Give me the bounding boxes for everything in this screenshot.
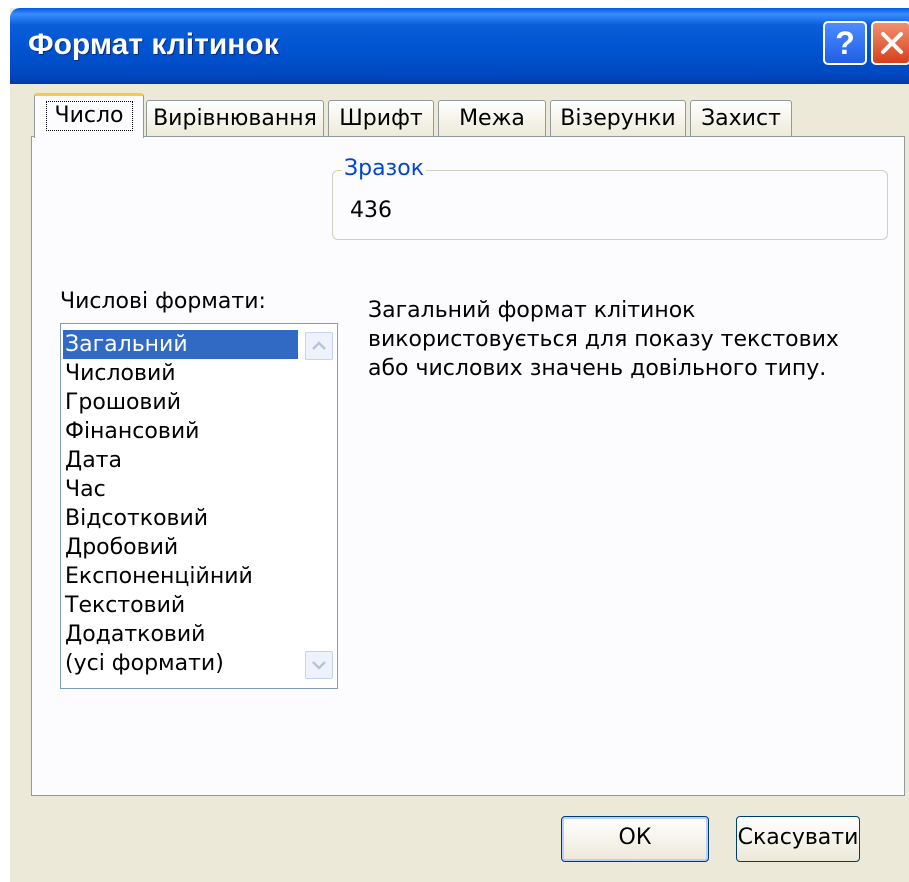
list-item[interactable]: Відсотковий [63, 504, 208, 533]
list-item[interactable]: Числовий [63, 359, 176, 388]
tab-label: Межа [459, 106, 525, 131]
tab-number[interactable]: Число [34, 93, 144, 138]
format-description: Загальний формат клітинок використовуєть… [368, 296, 868, 383]
description-line: Загальний формат клітинок [368, 298, 696, 323]
sample-value: 436 [350, 198, 392, 223]
list-item[interactable]: Фінансовий [63, 417, 199, 446]
tab-label: Візерунки [560, 106, 676, 131]
list-item[interactable]: Дробовий [63, 533, 178, 562]
list-item[interactable]: Експоненційний [63, 562, 253, 591]
list-item[interactable]: Текстовий [63, 591, 185, 620]
ok-button[interactable]: ОК [561, 816, 709, 862]
scroll-up-button[interactable] [305, 332, 333, 360]
list-item[interactable]: Загальний [63, 330, 298, 359]
cancel-button[interactable]: Скасувати [736, 816, 860, 862]
list-item[interactable]: Додатковий [63, 620, 205, 649]
tab-protection[interactable]: Захист [690, 100, 792, 138]
tab-alignment[interactable]: Вирівнювання [146, 100, 324, 138]
number-formats-label: Числові формати: [60, 289, 266, 314]
scroll-down-button[interactable] [305, 651, 333, 679]
list-item[interactable]: Час [63, 475, 106, 504]
title-bar[interactable]: Формат клітинок ? [10, 8, 909, 84]
chevron-down-icon [312, 661, 326, 670]
close-icon [881, 32, 903, 54]
tab-font[interactable]: Шрифт [328, 100, 434, 138]
list-item[interactable]: Дата [63, 446, 122, 475]
sample-group-title: Зразок [342, 156, 426, 181]
help-icon: ? [835, 25, 855, 61]
format-cells-dialog: Формат клітинок ? Число Вирівнювання Шри… [10, 8, 909, 882]
number-formats-listbox[interactable]: Загальний Числовий Грошовий Фінансовий Д… [60, 323, 338, 689]
tab-border[interactable]: Межа [438, 100, 546, 138]
description-line: використовується для показу текстових [368, 327, 839, 352]
help-button[interactable]: ? [823, 21, 867, 65]
tab-label: Вирівнювання [153, 106, 317, 131]
tab-label: Шрифт [339, 106, 423, 131]
tab-patterns[interactable]: Візерунки [550, 100, 686, 138]
close-button[interactable] [871, 21, 909, 65]
list-item[interactable]: (усі формати) [63, 649, 224, 678]
tab-label: Захист [701, 106, 781, 131]
list-item[interactable]: Грошовий [63, 388, 181, 417]
tab-label: Число [45, 101, 133, 131]
chevron-up-icon [312, 341, 326, 350]
dialog-title: Формат клітинок [28, 28, 279, 61]
description-line: або числових значень довільного типу. [368, 356, 827, 381]
